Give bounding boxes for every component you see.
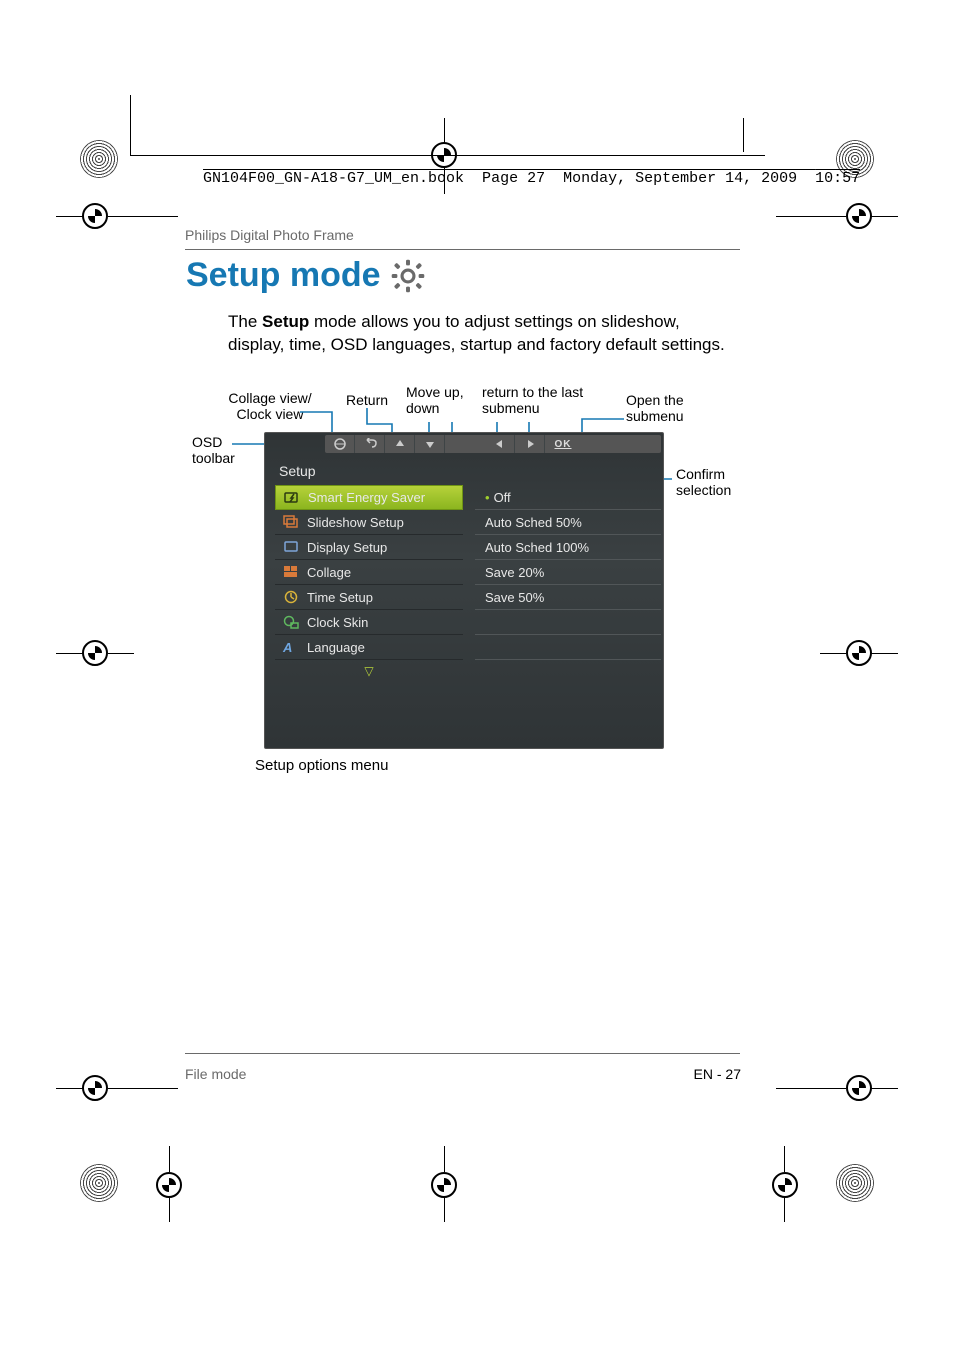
display-icon bbox=[283, 540, 299, 554]
reg-line bbox=[870, 216, 898, 217]
submenu-label: Save 50% bbox=[485, 590, 544, 605]
page-title: Setup mode bbox=[186, 256, 381, 295]
running-head: Philips Digital Photo Frame bbox=[185, 227, 354, 243]
crop-mark-br bbox=[836, 1164, 874, 1202]
submenu-label: Auto Sched 50% bbox=[485, 515, 582, 530]
osd-toolbar: OK bbox=[325, 435, 661, 453]
menu-label: Clock Skin bbox=[307, 615, 368, 630]
clock-icon bbox=[283, 590, 299, 604]
collage-icon bbox=[283, 565, 299, 579]
menu-item-clockskin[interactable]: Clock Skin bbox=[275, 610, 463, 635]
menu-label: Language bbox=[307, 640, 365, 655]
label-return-last: return to the last submenu bbox=[482, 384, 583, 416]
reg-line bbox=[784, 1196, 785, 1222]
toolbar-right-icon[interactable] bbox=[515, 435, 545, 453]
menu-label: Display Setup bbox=[307, 540, 387, 555]
reg-mark-left-top bbox=[82, 203, 108, 229]
menu-item-slideshow[interactable]: Slideshow Setup bbox=[275, 510, 463, 535]
toolbar-ok-button[interactable]: OK bbox=[545, 435, 581, 453]
menu-label: Collage bbox=[307, 565, 351, 580]
toolbar-collage-icon[interactable] bbox=[325, 435, 355, 453]
label-open-submenu: Open the submenu bbox=[626, 392, 684, 424]
submenu-item-auto50[interactable]: Auto Sched 50% bbox=[475, 510, 661, 535]
rule-bottom bbox=[185, 1053, 740, 1054]
osd-diagram: Collage view/ Clock view Return Move up,… bbox=[192, 384, 740, 774]
intro-bold: Setup bbox=[262, 312, 309, 331]
menu-label: Smart Energy Saver bbox=[308, 490, 425, 505]
submenu-item-empty bbox=[475, 610, 661, 635]
menu-item-collage[interactable]: Collage bbox=[275, 560, 463, 585]
book-header: GN104F00_GN-A18-G7_UM_en.book Page 27 Mo… bbox=[185, 153, 860, 187]
submenu-item-empty bbox=[475, 635, 661, 660]
smart-energy-icon bbox=[284, 491, 300, 505]
intro-paragraph: The Setup mode allows you to adjust sett… bbox=[228, 311, 728, 357]
reg-mark-left-bot bbox=[82, 1075, 108, 1101]
page-title-row: Setup mode bbox=[186, 256, 425, 295]
submenu-label: Off bbox=[494, 490, 511, 505]
reg-line bbox=[56, 216, 84, 217]
reg-mark-right-bot bbox=[846, 1075, 872, 1101]
menu-item-language[interactable]: A Language bbox=[275, 635, 463, 660]
menu-label: Slideshow Setup bbox=[307, 515, 404, 530]
submenu-label: Save 20% bbox=[485, 565, 544, 580]
footer-left: File mode bbox=[185, 1066, 246, 1082]
toolbar-down-icon[interactable] bbox=[415, 435, 445, 453]
submenu-label: Auto Sched 100% bbox=[485, 540, 589, 555]
label-collage-clock: Collage view/ Clock view bbox=[220, 390, 320, 422]
osd-panel: OK Setup Smart Energy Saver Slideshow Se… bbox=[264, 432, 664, 749]
reg-mark-right-mid bbox=[846, 640, 872, 666]
reg-line bbox=[56, 1088, 84, 1089]
toolbar-return-icon[interactable] bbox=[355, 435, 385, 453]
reg-line bbox=[444, 1196, 445, 1222]
reg-line bbox=[870, 1088, 898, 1089]
menu-scroll-down-icon[interactable]: ▽ bbox=[275, 660, 463, 682]
label-osd-toolbar: OSD toolbar bbox=[192, 434, 235, 466]
submenu-item-off[interactable]: Off bbox=[475, 485, 661, 510]
reg-line bbox=[870, 653, 898, 654]
book-header-prefix: GN104F00_GN-A18-G7_UM_en.book Page 27 Mo… bbox=[203, 170, 815, 187]
intro-pre: The bbox=[228, 312, 262, 331]
crop-mark-tl bbox=[80, 140, 118, 178]
submenu-item-save50[interactable]: Save 50% bbox=[475, 585, 661, 610]
rule-top bbox=[185, 249, 740, 250]
reg-line bbox=[169, 1196, 170, 1222]
menu-item-display[interactable]: Display Setup bbox=[275, 535, 463, 560]
toolbar-ok-label: OK bbox=[555, 439, 572, 450]
footer-right: EN - 27 bbox=[694, 1066, 741, 1082]
menu-item-time[interactable]: Time Setup bbox=[275, 585, 463, 610]
label-return: Return bbox=[346, 392, 388, 408]
crop-mark-bl bbox=[80, 1164, 118, 1202]
osd-menu: Smart Energy Saver Slideshow Setup Displ… bbox=[275, 485, 463, 682]
reg-mark-right-top bbox=[846, 203, 872, 229]
toolbar-left-icon[interactable] bbox=[485, 435, 515, 453]
menu-item-smart-energy[interactable]: Smart Energy Saver bbox=[275, 485, 463, 510]
reg-line bbox=[56, 653, 84, 654]
label-confirm: Confirm selection bbox=[676, 466, 731, 498]
gear-icon bbox=[391, 259, 425, 293]
language-icon: A bbox=[283, 640, 299, 654]
reg-mark-left-mid bbox=[82, 640, 108, 666]
toolbar-up-icon[interactable] bbox=[385, 435, 415, 453]
diagram-caption: Setup options menu bbox=[255, 757, 388, 774]
menu-label: Time Setup bbox=[307, 590, 373, 605]
submenu-item-auto100[interactable]: Auto Sched 100% bbox=[475, 535, 661, 560]
book-header-time: 10:57 bbox=[815, 170, 860, 187]
osd-setup-title: Setup bbox=[279, 463, 316, 479]
label-moveupdown: Move up, down bbox=[406, 384, 464, 416]
clockskin-icon bbox=[283, 615, 299, 629]
osd-submenu: Off Auto Sched 50% Auto Sched 100% Save … bbox=[475, 485, 661, 660]
slideshow-icon bbox=[283, 515, 299, 529]
submenu-item-save20[interactable]: Save 20% bbox=[475, 560, 661, 585]
